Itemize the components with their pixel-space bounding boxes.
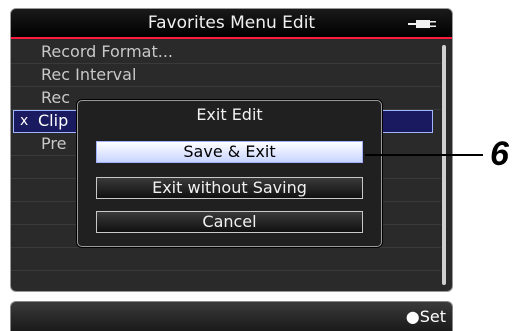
menu-titlebar: Favorites Menu Edit <box>11 9 452 39</box>
list-item-label: Clip <box>38 111 69 130</box>
list-item[interactable]: Record Format... <box>11 41 441 64</box>
dialog-title: Exit Edit <box>196 105 263 124</box>
status-bar: ●Set <box>10 301 453 331</box>
check-mark-icon: x <box>20 113 29 129</box>
battery-plug-icon <box>408 20 436 28</box>
exit-edit-dialog: Exit Edit Save & Exit Exit without Savin… <box>77 100 382 247</box>
list-item-label: Pre <box>41 134 67 153</box>
save-and-exit-button[interactable]: Save & Exit <box>96 141 363 163</box>
list-item-label: Rec Interval <box>41 65 137 84</box>
camera-lcd-figure: Favorites Menu Edit Record Format... Rec… <box>0 0 526 331</box>
list-item-label: Record Format... <box>41 42 174 61</box>
callout-leader-line <box>365 154 483 156</box>
set-label: ●Set <box>405 307 446 326</box>
callout-number: 6 <box>490 135 509 173</box>
page-title: Favorites Menu Edit <box>147 13 316 33</box>
list-item-label: Rec <box>41 88 71 107</box>
scrollbar[interactable] <box>442 45 446 285</box>
list-item[interactable]: Rec Interval <box>11 64 441 87</box>
exit-without-saving-button[interactable]: Exit without Saving <box>96 177 363 199</box>
list-item-empty <box>11 271 441 291</box>
list-item-empty <box>11 248 441 271</box>
cancel-button[interactable]: Cancel <box>96 211 363 233</box>
